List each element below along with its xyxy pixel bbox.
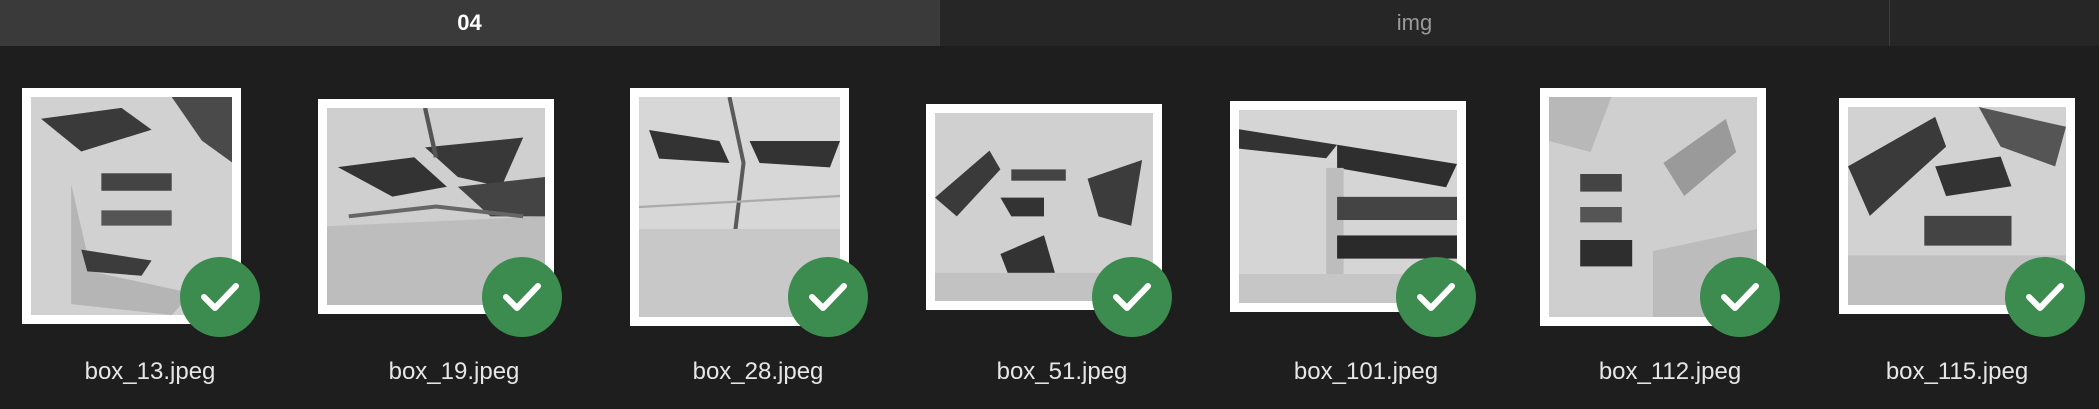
check-badge[interactable] [1092,257,1172,337]
file-item[interactable]: box_19.jpeg [304,46,604,409]
file-name: box_19.jpeg [388,358,520,385]
checkmark-icon [2026,283,2064,311]
tab-bar: 04 img [0,0,2099,46]
checkmark-icon [1417,283,1455,311]
tab-bar-filler [1890,0,2099,46]
file-item[interactable]: box_101.jpeg [1216,46,1516,409]
check-badge[interactable] [2005,257,2085,337]
check-badge[interactable] [788,257,868,337]
tab-img[interactable]: img [940,0,1890,46]
check-badge[interactable] [482,257,562,337]
checkmark-icon [1721,283,1759,311]
checkmark-icon [1113,283,1151,311]
file-name: box_51.jpeg [996,358,1128,385]
file-name: box_115.jpeg [1885,358,2029,385]
file-item[interactable]: box_13.jpeg [0,46,300,409]
file-item[interactable]: box_112.jpeg [1520,46,1820,409]
check-badge[interactable] [1396,257,1476,337]
file-name: box_28.jpeg [692,358,824,385]
file-item[interactable]: box_28.jpeg [608,46,908,409]
thumbnail-grid: box_13.jpeg box_19.jpeg box_28.jpeg box_… [0,46,2099,409]
file-name: box_112.jpeg [1598,358,1742,385]
checkmark-icon [201,283,239,311]
file-name: box_13.jpeg [84,358,216,385]
file-item[interactable]: box_115.jpeg [1799,46,2099,409]
check-badge[interactable] [1700,257,1780,337]
tab-04[interactable]: 04 [0,0,940,46]
file-name: box_101.jpeg [1293,358,1439,385]
file-item[interactable]: box_51.jpeg [912,46,1212,409]
checkmark-icon [809,283,847,311]
checkmark-icon [503,283,541,311]
check-badge[interactable] [180,257,260,337]
